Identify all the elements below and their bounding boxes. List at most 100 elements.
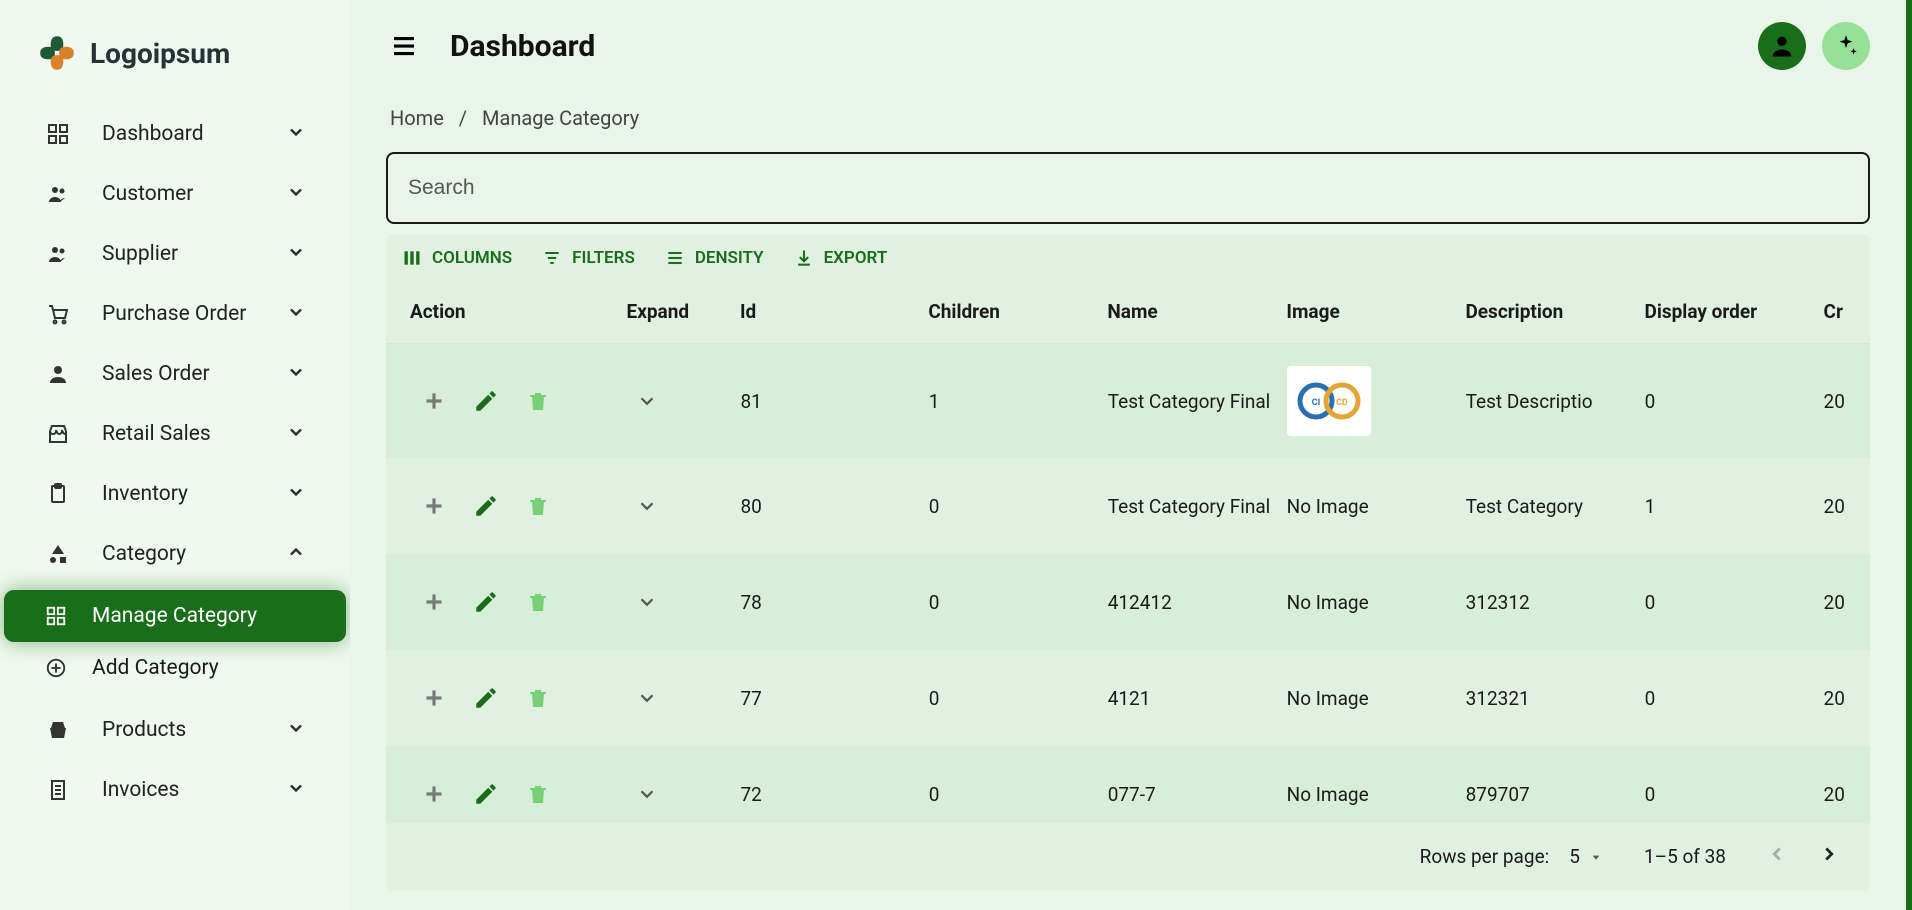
- sidebar-sub-manage-category[interactable]: Manage Category: [4, 590, 346, 642]
- row-edit-button[interactable]: [472, 387, 500, 415]
- clipboard-icon: [44, 480, 72, 508]
- sidebar-sub-add-category[interactable]: Add Category: [4, 642, 346, 694]
- row-expand-toggle[interactable]: [618, 677, 732, 719]
- sidebar-label: Dashboard: [102, 122, 286, 146]
- row-expand-toggle[interactable]: [618, 773, 732, 815]
- sidebar-item-category[interactable]: Category: [20, 524, 330, 584]
- row-edit-button[interactable]: [472, 684, 500, 712]
- sidebar-item-retail-sales[interactable]: Retail Sales: [20, 404, 330, 464]
- sidebar-item-customer[interactable]: Customer: [20, 164, 330, 224]
- main: Dashboard Home / Manage Category COLUMNS: [350, 0, 1912, 910]
- row-description: 312321: [1458, 677, 1637, 720]
- row-image: No Image: [1279, 485, 1458, 528]
- sidebar-sub-label: Add Category: [92, 656, 219, 680]
- breadcrumb-home[interactable]: Home: [390, 106, 444, 130]
- grid-toolbar: COLUMNS FILTERS DENSITY EXPORT: [386, 234, 1870, 280]
- rows-per-page: Rows per page: 5: [1420, 845, 1604, 868]
- row-description: 312312: [1458, 581, 1637, 624]
- row-created: 20: [1816, 773, 1854, 816]
- chevron-up-icon: [286, 542, 306, 566]
- sidebar-item-products[interactable]: Products: [20, 700, 330, 760]
- sidebar-nav-cont: Products Invoices: [0, 700, 350, 820]
- col-header-children[interactable]: Children: [920, 290, 1099, 333]
- row-delete-button[interactable]: [524, 588, 552, 616]
- sidebar-item-sales-order[interactable]: Sales Order: [20, 344, 330, 404]
- table-row: 80 0 Test Category Final No Image Test C…: [386, 458, 1870, 554]
- row-add-button[interactable]: [420, 684, 448, 712]
- row-delete-button[interactable]: [524, 492, 552, 520]
- row-created: 20: [1816, 581, 1854, 624]
- row-description: Test Category: [1458, 485, 1637, 528]
- row-expand-toggle[interactable]: [618, 380, 732, 422]
- pencil-icon: [473, 781, 499, 807]
- chevron-down-icon: [286, 778, 306, 802]
- toolbar-filters-button[interactable]: FILTERS: [542, 248, 635, 268]
- prev-page-button[interactable]: [1766, 843, 1788, 870]
- col-header-action[interactable]: Action: [402, 290, 619, 333]
- col-header-created[interactable]: Cr: [1816, 290, 1854, 333]
- row-delete-button[interactable]: [524, 684, 552, 712]
- search-input[interactable]: [408, 176, 1848, 200]
- hamburger-icon: [389, 31, 419, 61]
- sidebar-label: Category: [102, 542, 286, 566]
- row-add-button[interactable]: [420, 492, 448, 520]
- col-header-name[interactable]: Name: [1099, 290, 1278, 333]
- row-children: 1: [921, 380, 1100, 423]
- sidebar-item-invoices[interactable]: Invoices: [20, 760, 330, 820]
- row-image: No Image: [1279, 677, 1458, 720]
- row-edit-button[interactable]: [472, 780, 500, 808]
- chevron-down-icon: [286, 422, 306, 446]
- chevron-down-icon: [286, 122, 306, 146]
- density-icon: [665, 248, 685, 268]
- toolbar-label: EXPORT: [824, 248, 888, 268]
- grid-header-row: Action Expand Id Children Name Image Des…: [386, 280, 1870, 344]
- pagination-range: 1–5 of 38: [1644, 845, 1726, 868]
- people-icon: [44, 180, 72, 208]
- sidebar-item-dashboard[interactable]: Dashboard: [20, 104, 330, 164]
- trash-icon: [526, 686, 550, 710]
- next-page-button[interactable]: [1818, 843, 1840, 870]
- page-title: Dashboard: [450, 29, 1730, 64]
- row-delete-button[interactable]: [524, 387, 552, 415]
- sidebar-nav: Dashboard Customer Supplier Purchase Ord…: [0, 104, 350, 584]
- sidebar-item-supplier[interactable]: Supplier: [20, 224, 330, 284]
- chevron-down-icon: [286, 718, 306, 742]
- col-header-image[interactable]: Image: [1278, 290, 1457, 333]
- sidebar-sub-label: Manage Category: [92, 604, 257, 628]
- row-image-text: No Image: [1287, 783, 1369, 806]
- row-expand-toggle[interactable]: [618, 485, 732, 527]
- brand-logo: Logoipsum: [0, 20, 350, 104]
- breadcrumb-sep: /: [459, 106, 467, 130]
- row-edit-button[interactable]: [472, 588, 500, 616]
- row-expand-toggle[interactable]: [618, 581, 732, 623]
- download-icon: [794, 248, 814, 268]
- col-header-description[interactable]: Description: [1457, 290, 1636, 333]
- row-add-button[interactable]: [420, 780, 448, 808]
- account-button[interactable]: [1758, 22, 1806, 70]
- toolbar-columns-button[interactable]: COLUMNS: [402, 248, 512, 268]
- row-image-text: No Image: [1287, 687, 1369, 710]
- row-add-button[interactable]: [420, 387, 448, 415]
- plus-icon: [421, 685, 447, 711]
- sparkle-icon: [1833, 33, 1859, 59]
- sidebar-item-inventory[interactable]: Inventory: [20, 464, 330, 524]
- chevron-down-icon: [636, 390, 658, 412]
- plus-icon: [421, 781, 447, 807]
- toolbar-density-button[interactable]: DENSITY: [665, 248, 764, 268]
- col-header-order[interactable]: Display order: [1636, 290, 1815, 333]
- menu-toggle-button[interactable]: [386, 28, 422, 64]
- row-add-button[interactable]: [420, 588, 448, 616]
- sidebar-item-purchase-order[interactable]: Purchase Order: [20, 284, 330, 344]
- row-edit-button[interactable]: [472, 492, 500, 520]
- topbar: Dashboard: [350, 0, 1906, 92]
- row-delete-button[interactable]: [524, 780, 552, 808]
- chevron-right-icon: [1818, 843, 1840, 865]
- toolbar-export-button[interactable]: EXPORT: [794, 248, 888, 268]
- plus-icon: [421, 388, 447, 414]
- rpp-select[interactable]: 5: [1569, 845, 1604, 868]
- ai-sparkle-button[interactable]: [1822, 22, 1870, 70]
- table-row: 81 1 Test Category Final CI CD Test Desc…: [386, 344, 1870, 458]
- col-header-expand[interactable]: Expand: [619, 290, 732, 333]
- top-actions: [1758, 22, 1870, 70]
- col-header-id[interactable]: Id: [732, 290, 920, 333]
